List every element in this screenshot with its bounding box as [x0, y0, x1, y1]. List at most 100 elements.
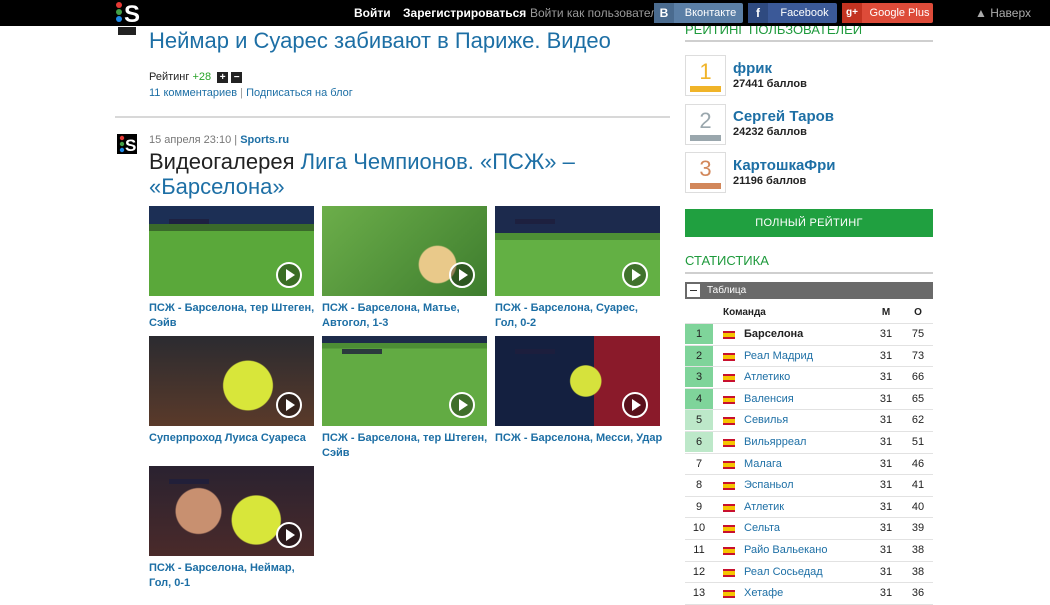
team-link[interactable]: Райо Вальекано — [744, 540, 828, 560]
table-row: 7 Малага 31 46 — [685, 453, 933, 476]
sports-logo-icon[interactable]: S — [114, 0, 140, 28]
spain-flag-icon — [723, 417, 735, 426]
video-thumbnail[interactable] — [149, 466, 314, 556]
table-toggle-label: Таблица — [707, 285, 747, 296]
position-cell: 7 — [685, 453, 713, 474]
table-row: 4 Валенсия 31 65 — [685, 388, 933, 411]
table-row: 11 Райо Вальекано 31 38 — [685, 539, 933, 562]
position-cell: 3 — [685, 367, 713, 388]
team-link[interactable]: Реал Сосьедад — [744, 562, 823, 582]
play-icon — [622, 262, 648, 288]
user-name-link[interactable]: Сергей Таров — [733, 108, 834, 125]
vkontakte-button[interactable]: В Вконтакте — [654, 3, 743, 23]
points-cell: 65 — [911, 392, 925, 405]
collapse-icon[interactable] — [687, 284, 700, 297]
team-link[interactable]: Барселона — [744, 324, 803, 344]
facebook-button[interactable]: f Facebook — [748, 3, 837, 23]
team-link[interactable]: Атлетико — [744, 367, 790, 387]
post-meta: 15 апреля 23:10 | Sports.ru — [149, 134, 289, 146]
gallery-title-prefix: Видеогалерея — [149, 149, 295, 174]
subscribe-link[interactable]: Подписаться на блог — [246, 87, 353, 99]
back-to-top-link[interactable]: ▲ Наверх — [975, 0, 1031, 26]
video-caption-link[interactable]: Суперпроход Луиса Суареса — [149, 431, 317, 446]
post-divider — [115, 116, 670, 118]
score-overlay — [515, 219, 555, 224]
post-date: 15 апреля 23:10 — [149, 134, 232, 146]
team-link[interactable]: Хетафе — [744, 583, 783, 603]
matches-cell: 31 — [879, 414, 893, 427]
video-caption-link[interactable]: ПСЖ - Барселона, тер Штеген, Сэйв — [149, 301, 317, 331]
rating-minus-icon[interactable]: − — [231, 71, 243, 83]
points-cell: 73 — [911, 349, 925, 362]
table-toggle-bar[interactable]: Таблица — [685, 282, 933, 299]
points-cell: 38 — [911, 543, 925, 556]
table-row: 12 Реал Сосьедад 31 38 — [685, 561, 933, 584]
table-row: 3 Атлетико 31 66 — [685, 367, 933, 389]
gallery-title: Видеогалерея Лига Чемпионов. «ПСЖ» – «Ба… — [149, 149, 599, 199]
matches-cell: 31 — [879, 543, 893, 556]
spain-flag-icon — [723, 503, 735, 512]
sports-ru-avatar-icon[interactable]: S — [117, 134, 137, 155]
spain-flag-icon — [723, 374, 735, 383]
video-thumbnail[interactable] — [149, 206, 314, 296]
heading-underline — [685, 272, 933, 274]
score-overlay — [169, 219, 209, 224]
team-link[interactable]: Реал Мадрид — [744, 346, 813, 366]
video-thumbnail[interactable] — [322, 206, 487, 296]
header-matches: М — [881, 307, 891, 318]
header-team: Команда — [723, 307, 766, 318]
video-thumbnail[interactable] — [149, 336, 314, 426]
play-icon — [449, 262, 475, 288]
video-caption-link[interactable]: ПСЖ - Барселона, Месси, Удар — [495, 431, 663, 446]
login-link[interactable]: Войти — [354, 0, 391, 26]
team-link[interactable]: Эспаньол — [744, 475, 794, 495]
video-thumbnail[interactable] — [495, 206, 660, 296]
place-number: 3 — [699, 156, 712, 181]
post-title-link[interactable]: Неймар и Суарес забивают в Париже. Видео — [149, 28, 611, 54]
google-plus-label: Google Plus — [869, 7, 930, 19]
video-thumbnail[interactable] — [495, 336, 660, 426]
matches-cell: 31 — [879, 500, 893, 513]
svg-text:S: S — [125, 136, 136, 154]
team-link[interactable]: Малага — [744, 454, 782, 474]
user-points: 21196 баллов — [733, 175, 807, 187]
separator: | — [234, 134, 238, 146]
matches-cell: 31 — [879, 587, 893, 600]
user-name-link[interactable]: КартошкаФри — [733, 157, 836, 174]
matches-cell: 31 — [879, 328, 893, 340]
user-name-link[interactable]: фрик — [733, 60, 772, 77]
play-icon — [622, 392, 648, 418]
top-navigation-bar: S Войти Зарегистрироваться Войти как пол… — [0, 0, 1050, 28]
team-link[interactable]: Атлетик — [744, 497, 784, 517]
video-thumbnail[interactable] — [322, 336, 487, 426]
points-cell: 39 — [911, 522, 925, 535]
team-link[interactable]: Сельта — [744, 518, 780, 538]
rating-plus-icon[interactable]: + — [217, 71, 229, 83]
post-source-link[interactable]: Sports.ru — [240, 134, 289, 146]
team-link[interactable]: Севилья — [744, 410, 788, 430]
place-number: 2 — [699, 108, 712, 133]
video-caption-link[interactable]: ПСЖ - Барселона, Неймар, Гол, 0-1 — [149, 561, 317, 591]
register-link[interactable]: Зарегистрироваться — [403, 0, 526, 26]
login-as-user-label: Войти как пользователь — [530, 6, 664, 20]
matches-cell: 31 — [879, 479, 893, 492]
full-rating-button[interactable]: ПОЛНЫЙ РЕЙТИНГ — [685, 209, 933, 237]
table-row: 2 Реал Мадрид 31 73 — [685, 345, 933, 368]
video-caption-link[interactable]: ПСЖ - Барселона, Суарес, Гол, 0-2 — [495, 301, 663, 331]
play-icon — [276, 392, 302, 418]
position-cell: 2 — [685, 345, 713, 366]
google-plus-button[interactable]: g+ Google Plus — [842, 3, 933, 23]
play-icon — [449, 392, 475, 418]
separator: | — [240, 87, 244, 99]
play-icon — [276, 522, 302, 548]
team-link[interactable]: Валенсия — [744, 389, 794, 409]
comments-link[interactable]: 11 комментариев — [149, 87, 237, 99]
table-row: 1 Барселона 31 75 — [685, 324, 933, 346]
spain-flag-icon — [723, 438, 735, 447]
score-overlay — [342, 349, 382, 354]
vkontakte-label: Вконтакте — [684, 7, 737, 19]
team-link[interactable]: Вильярреал — [744, 432, 806, 452]
video-caption-link[interactable]: ПСЖ - Барселона, тер Штеген, Сэйв — [322, 431, 490, 461]
spain-flag-icon — [723, 395, 735, 404]
video-caption-link[interactable]: ПСЖ - Барселона, Матье, Автогол, 1-3 — [322, 301, 490, 331]
